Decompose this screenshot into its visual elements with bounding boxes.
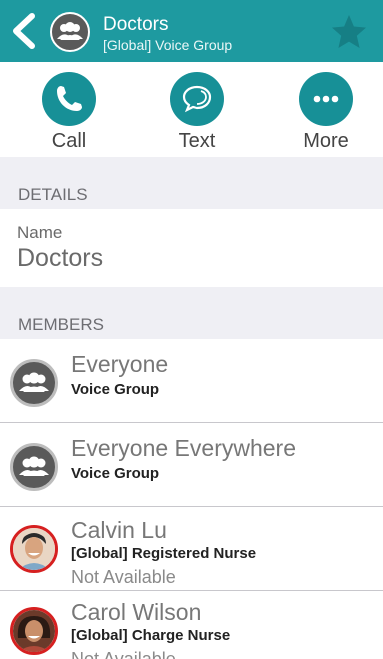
more-button[interactable]: More (286, 72, 366, 156)
person-photo (13, 610, 55, 652)
members-section-header: MEMBERS (0, 287, 383, 339)
member-name: Everyone Everywhere (71, 435, 296, 461)
header-bar: Doctors [Global] Voice Group (0, 0, 383, 62)
group-avatar (50, 12, 90, 52)
details-section-header: DETAILS (0, 157, 383, 209)
action-bar: Call Text More (0, 62, 383, 157)
member-role: [Global] Charge Nurse (71, 627, 231, 644)
member-status: Not Available (71, 567, 176, 587)
star-icon[interactable] (330, 14, 368, 50)
group-icon (57, 22, 83, 40)
member-row-carol-wilson[interactable]: Carol Wilson [Global] Charge Nurse Not A… (0, 591, 383, 659)
more-button-label: More (303, 130, 349, 152)
call-button-circle (42, 72, 96, 126)
member-row-everyone[interactable]: Everyone Voice Group (0, 339, 383, 423)
member-name: Everyone (71, 351, 169, 377)
member-role: [Global] Registered Nurse (71, 545, 257, 562)
call-button-label: Call (51, 130, 87, 152)
name-value: Doctors (17, 244, 104, 272)
chevron-left-icon[interactable] (8, 13, 38, 49)
member-row-calvin-lu[interactable]: Calvin Lu [Global] Registered Nurse Not … (0, 507, 383, 591)
person-avatar (10, 525, 58, 573)
group-avatar (10, 443, 58, 491)
more-button-circle (299, 72, 353, 126)
members-section-title: MEMBERS (18, 315, 104, 334)
member-name: Carol Wilson (71, 599, 202, 625)
person-avatar (10, 607, 58, 655)
chat-bubble-icon (182, 85, 212, 113)
text-button-circle (170, 72, 224, 126)
member-row-everyone-everywhere[interactable]: Everyone Everywhere Voice Group (0, 423, 383, 507)
member-status: Not Available (71, 649, 176, 659)
member-name: Calvin Lu (71, 517, 167, 543)
group-avatar (10, 359, 58, 407)
call-button[interactable]: Call (29, 72, 109, 156)
phone-icon (57, 86, 82, 111)
group-icon (19, 372, 49, 392)
name-label: Name (17, 223, 63, 242)
page-title: Doctors (103, 14, 169, 35)
member-role: Voice Group (71, 465, 160, 482)
page-subtitle: [Global] Voice Group (103, 37, 233, 53)
group-icon (19, 456, 49, 476)
text-button[interactable]: Text (157, 72, 237, 156)
person-photo (13, 528, 55, 570)
member-role: Voice Group (71, 381, 160, 398)
ellipsis-icon (313, 95, 339, 103)
details-section-title: DETAILS (18, 185, 88, 204)
text-button-label: Text (178, 130, 216, 152)
